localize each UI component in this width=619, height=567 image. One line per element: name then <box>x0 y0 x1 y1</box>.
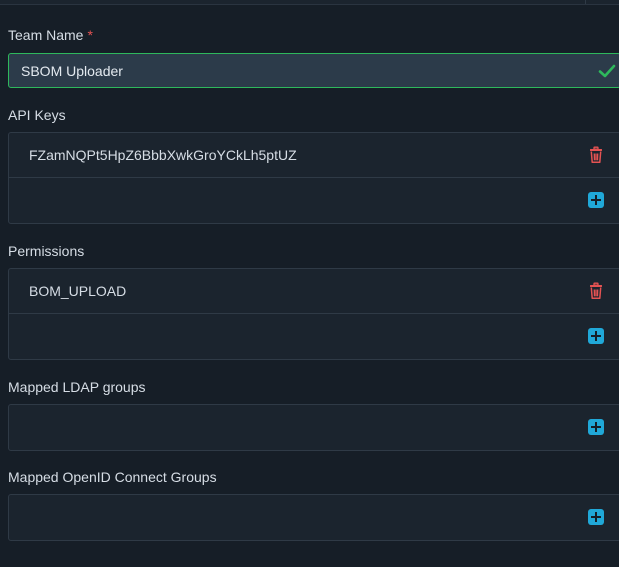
add-oidc-group-row <box>9 495 619 540</box>
team-name-input[interactable] <box>8 53 619 88</box>
oidc-groups-list <box>8 494 619 541</box>
column-divider <box>585 0 586 4</box>
plus-square-icon[interactable] <box>587 508 605 526</box>
check-icon <box>598 64 616 78</box>
oidc-groups-label: Mapped OpenID Connect Groups <box>8 469 217 485</box>
api-keys-label: API Keys <box>8 107 66 123</box>
ldap-groups-list <box>8 404 619 451</box>
trash-icon[interactable] <box>587 146 605 164</box>
top-divider <box>0 0 619 5</box>
add-ldap-group-row <box>9 405 619 450</box>
add-permission-row <box>9 314 619 359</box>
plus-square-icon[interactable] <box>587 191 605 209</box>
api-keys-list: FZamNQPt5HpZ6BbbXwkGroYCkLh5ptUZ <box>8 132 619 224</box>
permission-value: BOM_UPLOAD <box>29 283 127 299</box>
team-name-label-text: Team Name <box>8 27 84 43</box>
permissions-list: BOM_UPLOAD <box>8 268 619 360</box>
permissions-label: Permissions <box>8 243 85 259</box>
list-item: FZamNQPt5HpZ6BbbXwkGroYCkLh5ptUZ <box>9 133 619 178</box>
plus-square-icon[interactable] <box>587 418 605 436</box>
team-edit-form: Team Name* API Keys FZamNQPt5HpZ6BbbXwkG… <box>0 0 619 567</box>
plus-square-icon[interactable] <box>587 327 605 345</box>
list-item: BOM_UPLOAD <box>9 269 619 314</box>
trash-icon[interactable] <box>587 282 605 300</box>
add-api-key-row <box>9 178 619 223</box>
ldap-groups-label: Mapped LDAP groups <box>8 379 146 395</box>
api-key-value: FZamNQPt5HpZ6BbbXwkGroYCkLh5ptUZ <box>29 147 297 163</box>
required-marker: * <box>87 27 93 43</box>
team-name-label: Team Name * <box>8 26 93 44</box>
